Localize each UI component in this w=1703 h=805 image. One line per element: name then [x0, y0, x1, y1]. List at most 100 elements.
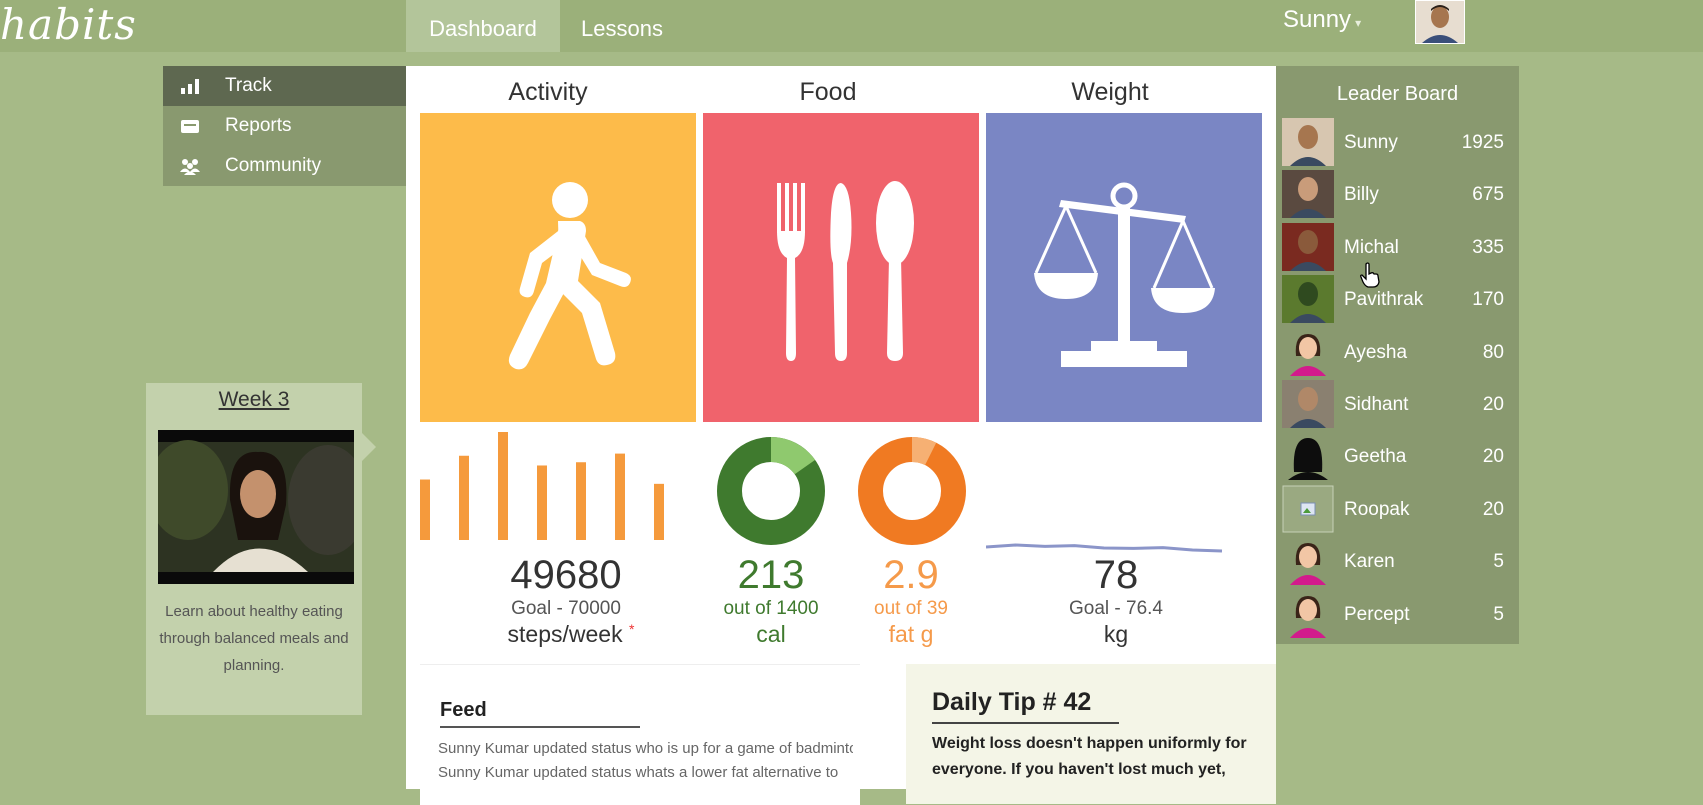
feed-title: Feed: [440, 699, 640, 728]
weight-title: Weight: [1071, 78, 1149, 106]
lesson-video[interactable]: [158, 430, 354, 584]
leader-board-row[interactable]: Ayesha 80: [1282, 327, 1519, 380]
leader-name[interactable]: Ayesha: [1344, 342, 1407, 364]
weight-trend-series: [986, 543, 1223, 553]
card-pointer: [362, 433, 376, 461]
leader-board-row[interactable]: Billy 675: [1282, 170, 1519, 222]
sidebar-item-label: Community: [225, 155, 322, 176]
week-description: Learn about healthy eating through balan…: [159, 603, 349, 674]
week-title[interactable]: Week 3: [146, 388, 362, 412]
activity-unit-row: steps/week *: [466, 621, 676, 648]
feed-item[interactable]: Sunny Kumar updated status who is up for…: [438, 740, 853, 757]
calorie-unit: cal: [756, 621, 786, 647]
leader-board-row[interactable]: Percept 5: [1282, 589, 1519, 642]
avatar[interactable]: [1282, 380, 1334, 428]
calorie-donut-chart: [717, 437, 825, 545]
leader-score: 20: [1482, 498, 1504, 520]
leader-name[interactable]: Karen: [1344, 551, 1395, 573]
weight-tile[interactable]: [986, 113, 1262, 422]
inbox-icon: [177, 106, 203, 146]
avatar[interactable]: [1282, 222, 1334, 271]
leader-board-row[interactable]: Karen 5: [1282, 537, 1519, 589]
balance-scale-icon: [1034, 182, 1215, 367]
daily-tip-panel: Daily Tip # 42 Weight loss doesn't happe…: [906, 664, 1276, 804]
sidebar-item-reports[interactable]: Reports: [163, 106, 406, 146]
chevron-down-icon: ▾: [1355, 16, 1362, 30]
sidebar-item-label: Reports: [225, 115, 292, 136]
weight-goal: Goal - 76.4: [1069, 598, 1163, 619]
people-icon: [177, 146, 203, 186]
bar-chart-icon: [177, 66, 203, 106]
leader-score: 20: [1482, 394, 1504, 415]
leader-name[interactable]: Michal: [1344, 237, 1399, 259]
activity-marker: *: [629, 621, 635, 637]
avatar[interactable]: [1282, 432, 1334, 481]
weight-unit: kg: [1103, 621, 1129, 647]
leader-board-row[interactable]: Roopak 20: [1282, 485, 1519, 537]
activity-title: Activity: [508, 78, 588, 106]
activity-tile[interactable]: [420, 113, 696, 422]
leader-score: 5: [1493, 551, 1504, 573]
food-tile[interactable]: [703, 113, 979, 422]
leader-board: Leader Board Sunny 1925 Billy 675 Michal 335 P…: [1276, 66, 1519, 644]
avatar[interactable]: [1282, 537, 1334, 586]
activity-bar: [537, 465, 547, 540]
leader-board-row[interactable]: Pavithrak 170: [1282, 275, 1519, 327]
avatar[interactable]: [1282, 275, 1334, 324]
leader-name[interactable]: Sidhant: [1344, 394, 1408, 416]
leader-board-row[interactable]: Sidhant 20: [1282, 380, 1519, 432]
calorie-value: 213: [737, 553, 805, 597]
weight-value: 78: [1093, 553, 1139, 597]
top-bar: habits Dashboard Lessons Sunny ▾: [0, 0, 1703, 52]
user-avatar[interactable]: [1415, 0, 1465, 44]
leader-score: 675: [1472, 184, 1504, 206]
walking-person-icon: [508, 182, 631, 370]
fat-unit: fat g: [888, 621, 934, 647]
leader-name[interactable]: Pavithrak: [1344, 289, 1423, 311]
avatar[interactable]: [1282, 170, 1334, 219]
leader-score: 80: [1482, 341, 1504, 363]
leader-score: 335: [1472, 236, 1504, 258]
calorie-goal: out of 1400: [723, 598, 819, 619]
avatar[interactable]: [1282, 118, 1334, 166]
user-name: Sunny: [1283, 6, 1352, 33]
dashboard-panel: Activity Food Weight 49680 Goal - 70000 …: [406, 66, 1276, 805]
avatar[interactable]: [1282, 327, 1334, 376]
tab-dashboard[interactable]: Dashboard: [406, 0, 560, 52]
leader-score: 1925: [1461, 132, 1504, 153]
app-logo[interactable]: habits: [0, 0, 137, 49]
fork-knife-spoon-icon: [777, 181, 914, 361]
activity-goal: Goal - 70000: [511, 598, 621, 619]
tab-lessons[interactable]: Lessons: [566, 0, 678, 52]
leader-board-row[interactable]: Michal 335: [1282, 222, 1519, 275]
feed-item[interactable]: Sunny Kumar updated status whats a lower…: [438, 764, 853, 781]
sidebar-item-community[interactable]: Community: [163, 146, 406, 186]
feed-panel: Feed Sunny Kumar updated status who is u…: [420, 664, 860, 805]
activity-bar: [498, 432, 508, 540]
hand-cursor-icon: [1360, 262, 1380, 288]
leader-name[interactable]: Billy: [1344, 184, 1379, 206]
leader-name[interactable]: Percept: [1344, 604, 1409, 626]
sidebar: Track Reports Community: [163, 66, 406, 186]
leader-score: 5: [1493, 603, 1504, 625]
activity-bar: [615, 453, 625, 540]
activity-value: 49680: [510, 553, 622, 597]
leader-name[interactable]: Geetha: [1344, 446, 1406, 468]
leader-score: 170: [1472, 289, 1504, 311]
avatar[interactable]: [1282, 485, 1334, 533]
leader-board-title: Leader Board: [1336, 83, 1459, 105]
leader-score: 20: [1482, 446, 1504, 468]
avatar[interactable]: [1282, 589, 1334, 638]
food-title: Food: [799, 78, 857, 106]
activity-bar: [654, 483, 664, 540]
leader-name[interactable]: Roopak: [1344, 499, 1410, 521]
activity-bar: [459, 455, 469, 540]
leader-board-row[interactable]: Geetha 20: [1282, 432, 1519, 484]
week-lesson-card[interactable]: Week 3 Learn about healthy eating throug…: [146, 383, 376, 715]
activity-bar-chart: [420, 432, 664, 540]
daily-tip-title: Daily Tip # 42: [932, 688, 1119, 724]
leader-name[interactable]: Sunny: [1344, 132, 1398, 154]
sidebar-item-track[interactable]: Track: [163, 66, 406, 106]
user-menu[interactable]: Sunny ▾: [1283, 0, 1361, 40]
leader-board-row[interactable]: Sunny 1925: [1282, 118, 1519, 170]
